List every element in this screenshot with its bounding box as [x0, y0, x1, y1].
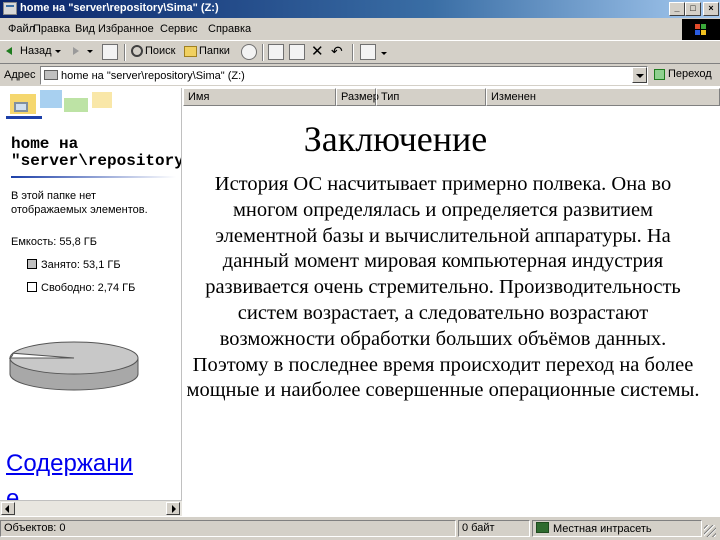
copy-to-icon[interactable]	[289, 44, 305, 60]
undo-icon[interactable]: ↶	[331, 43, 343, 60]
go-button[interactable]: Переход	[654, 68, 712, 80]
column-name[interactable]: Имя	[183, 88, 336, 106]
forward-button[interactable]	[70, 45, 93, 57]
back-arrow-icon	[6, 45, 18, 57]
scroll-left-button[interactable]	[1, 502, 15, 515]
folder-heading: home на "server\repository\Sima" (Z:)	[11, 135, 182, 170]
free-swatch	[27, 282, 37, 292]
go-arrow-icon	[654, 68, 665, 80]
folders-label: Папки	[199, 45, 230, 57]
menu-view[interactable]: Вид	[75, 23, 95, 35]
address-bar: Адрес home на "server\repository\Sima" (…	[0, 64, 720, 86]
window-title: home на "server\repository\Sima" (Z:)	[20, 2, 219, 14]
address-dropdown-button[interactable]	[632, 67, 647, 83]
scroll-right-button[interactable]	[166, 502, 180, 515]
views-dropdown-icon[interactable]	[381, 52, 387, 55]
folders-button[interactable]: Папки	[184, 45, 230, 57]
used-swatch	[27, 259, 37, 269]
empty-folder-note: В этой папке нет отображаемых элементов.	[11, 190, 148, 216]
back-label: Назад	[20, 45, 52, 57]
column-type[interactable]: Тип	[376, 88, 486, 106]
forward-dropdown-icon	[87, 49, 93, 53]
slide-body-text: История ОС насчитывает примерно полвека.…	[186, 173, 700, 402]
network-drive-icon	[44, 70, 58, 80]
delete-icon[interactable]: ✕	[311, 42, 324, 60]
column-modified[interactable]: Изменен	[486, 88, 720, 106]
menu-bar: Файл Правка Вид Избранное Сервис Справка	[0, 18, 720, 40]
heading-divider	[11, 176, 176, 178]
back-button[interactable]: Назад	[6, 45, 61, 57]
address-label: Адрес	[4, 69, 36, 81]
toolbar-separator	[352, 44, 354, 61]
capacity-text: Емкость: 55,8 ГБ	[11, 236, 97, 248]
go-label: Переход	[668, 68, 712, 80]
views-icon[interactable]	[360, 44, 376, 60]
search-icon	[131, 45, 143, 58]
address-input[interactable]: home на "server\repository\Sima" (Z:)	[40, 66, 648, 85]
menu-help[interactable]: Справка	[208, 23, 251, 35]
toolbar-separator	[262, 44, 264, 61]
folders-icon	[184, 45, 197, 57]
minimize-button[interactable]: _	[669, 2, 685, 16]
disk-usage-pie	[9, 341, 139, 391]
status-zone: Местная интрасеть	[532, 520, 702, 537]
free-space-legend: Свободно: 2,74 ГБ	[27, 282, 135, 294]
resize-grip[interactable]	[704, 525, 716, 537]
history-icon[interactable]	[241, 44, 257, 60]
slide-title: Заключение	[303, 119, 488, 159]
menu-favorites[interactable]: Избранное	[98, 23, 154, 35]
windows-logo	[682, 19, 720, 41]
horizontal-scrollbar[interactable]	[0, 500, 182, 516]
back-dropdown-icon	[54, 49, 61, 53]
up-folder-icon[interactable]	[102, 44, 118, 60]
folder-window-icon	[3, 2, 17, 15]
status-objects: Объектов: 0	[0, 520, 456, 537]
status-size: 0 байт	[458, 520, 530, 537]
menu-file[interactable]: Файл	[8, 23, 35, 35]
move-to-icon[interactable]	[268, 44, 284, 60]
maximize-button[interactable]: □	[685, 2, 701, 16]
list-header: Имя Размер Тип Изменен	[183, 88, 720, 106]
title-bar: home на "server\repository\Sima" (Z:) _ …	[0, 0, 720, 18]
address-value: home на "server\repository\Sima" (Z:)	[61, 70, 245, 82]
used-space-text: Занято: 53,1 ГБ	[41, 259, 121, 271]
forward-arrow-icon	[70, 45, 82, 57]
search-button[interactable]: Поиск	[131, 45, 176, 58]
menu-edit[interactable]: Правка	[33, 23, 70, 35]
toolbar-separator	[124, 44, 126, 61]
toolbar: Назад Поиск Папки ✕ ↶	[0, 40, 720, 64]
column-size[interactable]: Размер	[336, 88, 379, 106]
folder-banner-graphic	[0, 88, 181, 136]
status-zone-label: Местная интрасеть	[553, 523, 652, 535]
intranet-zone-icon	[536, 522, 549, 533]
close-button[interactable]: ×	[703, 2, 719, 16]
used-space-legend: Занято: 53,1 ГБ	[27, 259, 121, 271]
status-bar: Объектов: 0 0 байт Местная интрасеть	[0, 517, 720, 540]
menu-tools[interactable]: Сервис	[160, 23, 198, 35]
free-space-text: Свободно: 2,74 ГБ	[41, 282, 136, 294]
search-label: Поиск	[145, 45, 176, 57]
